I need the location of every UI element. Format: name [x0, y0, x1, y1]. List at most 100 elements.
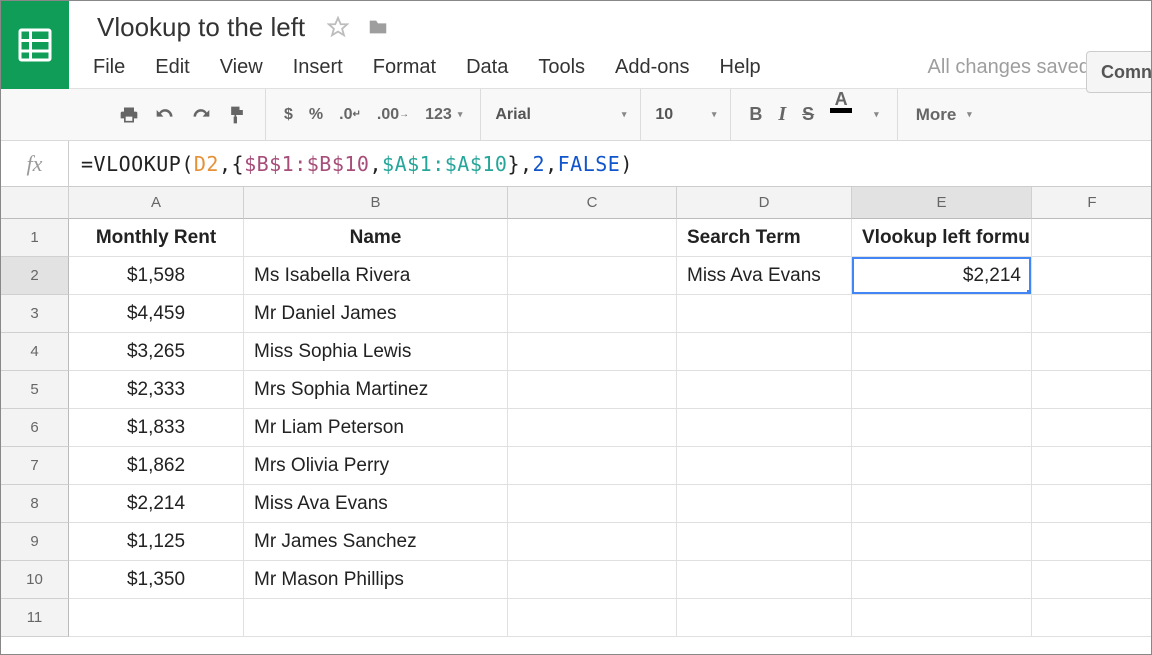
row-header-3[interactable]: 3	[1, 295, 69, 333]
cell-A5[interactable]: $2,333	[69, 371, 244, 409]
cell-C1[interactable]	[508, 219, 677, 257]
cell-D9[interactable]	[677, 523, 852, 561]
cell-E6[interactable]	[852, 409, 1032, 447]
cell-D10[interactable]	[677, 561, 852, 599]
font-size-select[interactable]: 10▾	[641, 89, 731, 140]
cell-D4[interactable]	[677, 333, 852, 371]
percent-button[interactable]: %	[301, 89, 331, 140]
cell-B1[interactable]: Name	[244, 219, 508, 257]
text-color-button[interactable]: A	[822, 89, 860, 140]
bold-button[interactable]: B	[741, 89, 770, 140]
menu-file[interactable]: File	[93, 56, 125, 79]
cell-C10[interactable]	[508, 561, 677, 599]
cell-A7[interactable]: $1,862	[69, 447, 244, 485]
paint-format-icon[interactable]	[219, 89, 255, 140]
cell-C2[interactable]	[508, 257, 677, 295]
cell-F6[interactable]	[1032, 409, 1152, 447]
font-select[interactable]: Arial▾	[481, 89, 641, 140]
cell-A11[interactable]	[69, 599, 244, 637]
cell-E8[interactable]	[852, 485, 1032, 523]
cell-C4[interactable]	[508, 333, 677, 371]
row-header-2[interactable]: 2	[1, 257, 69, 295]
cell-C9[interactable]	[508, 523, 677, 561]
cell-A4[interactable]: $3,265	[69, 333, 244, 371]
menu-insert[interactable]: Insert	[293, 56, 343, 79]
row-header-7[interactable]: 7	[1, 447, 69, 485]
cell-E10[interactable]	[852, 561, 1032, 599]
cell-F9[interactable]	[1032, 523, 1152, 561]
row-header-4[interactable]: 4	[1, 333, 69, 371]
col-header-E[interactable]: E	[852, 187, 1032, 219]
cell-D1[interactable]: Search Term	[677, 219, 852, 257]
cell-C3[interactable]	[508, 295, 677, 333]
row-header-1[interactable]: 1	[1, 219, 69, 257]
cell-D8[interactable]	[677, 485, 852, 523]
currency-button[interactable]: $	[276, 89, 301, 140]
cell-F7[interactable]	[1032, 447, 1152, 485]
cell-F2[interactable]	[1032, 257, 1152, 295]
cell-F10[interactable]	[1032, 561, 1152, 599]
cell-E9[interactable]	[852, 523, 1032, 561]
cell-C7[interactable]	[508, 447, 677, 485]
cell-F8[interactable]	[1032, 485, 1152, 523]
cell-E4[interactable]	[852, 333, 1032, 371]
cell-B10[interactable]: Mr Mason Phillips	[244, 561, 508, 599]
menu-help[interactable]: Help	[720, 56, 761, 79]
cell-B11[interactable]	[244, 599, 508, 637]
decrease-decimal-button[interactable]: .0↵	[331, 89, 369, 140]
text-color-dropdown[interactable]: ▾	[860, 89, 887, 140]
cell-A10[interactable]: $1,350	[69, 561, 244, 599]
row-header-8[interactable]: 8	[1, 485, 69, 523]
col-header-B[interactable]: B	[244, 187, 508, 219]
cell-A1[interactable]: Monthly Rent	[69, 219, 244, 257]
cell-C5[interactable]	[508, 371, 677, 409]
cell-F5[interactable]	[1032, 371, 1152, 409]
cell-E11[interactable]	[852, 599, 1032, 637]
menu-edit[interactable]: Edit	[155, 56, 189, 79]
spreadsheet-grid[interactable]: ABCDEF 1Monthly RentName Search TermVlooku…	[1, 187, 1151, 637]
cell-B2[interactable]: Ms Isabella Rivera	[244, 257, 508, 295]
cell-D5[interactable]	[677, 371, 852, 409]
cell-A2[interactable]: $1,598	[69, 257, 244, 295]
menu-addons[interactable]: Add-ons	[615, 56, 690, 79]
star-icon[interactable]	[327, 16, 349, 38]
cell-D7[interactable]	[677, 447, 852, 485]
cell-B3[interactable]: Mr Daniel James	[244, 295, 508, 333]
document-title[interactable]: Vlookup to the left	[93, 12, 309, 43]
row-header-10[interactable]: 10	[1, 561, 69, 599]
cell-F3[interactable]	[1032, 295, 1152, 333]
sheets-logo[interactable]	[1, 1, 69, 89]
cell-C8[interactable]	[508, 485, 677, 523]
row-header-6[interactable]: 6	[1, 409, 69, 447]
col-header-F[interactable]: F	[1032, 187, 1152, 219]
folder-icon[interactable]	[367, 16, 389, 38]
col-header-D[interactable]: D	[677, 187, 852, 219]
undo-icon[interactable]	[147, 89, 183, 140]
cell-B9[interactable]: Mr James Sanchez	[244, 523, 508, 561]
cell-D3[interactable]	[677, 295, 852, 333]
cell-F11[interactable]	[1032, 599, 1152, 637]
print-icon[interactable]	[111, 89, 147, 140]
row-header-9[interactable]: 9	[1, 523, 69, 561]
cell-E3[interactable]	[852, 295, 1032, 333]
cell-F1[interactable]	[1032, 219, 1152, 257]
cell-D6[interactable]	[677, 409, 852, 447]
cell-D2[interactable]: Miss Ava Evans	[677, 257, 852, 295]
strikethrough-button[interactable]: S	[794, 89, 822, 140]
cell-E2[interactable]: $2,214	[852, 257, 1032, 295]
cell-A6[interactable]: $1,833	[69, 409, 244, 447]
cell-C11[interactable]	[508, 599, 677, 637]
col-header-C[interactable]: C	[508, 187, 677, 219]
cell-A8[interactable]: $2,214	[69, 485, 244, 523]
col-header-A[interactable]: A	[69, 187, 244, 219]
formula-input[interactable]: =VLOOKUP(D2,{$B$1:$B$10,$A$1:$A$10},2,FA…	[69, 152, 633, 176]
comments-button[interactable]: Comn	[1086, 51, 1152, 93]
row-header-5[interactable]: 5	[1, 371, 69, 409]
increase-decimal-button[interactable]: .00→	[369, 89, 417, 140]
menu-tools[interactable]: Tools	[538, 56, 585, 79]
redo-icon[interactable]	[183, 89, 219, 140]
cell-E1[interactable]: Vlookup left formula	[852, 219, 1032, 257]
cell-B4[interactable]: Miss Sophia Lewis	[244, 333, 508, 371]
select-all-corner[interactable]	[1, 187, 69, 219]
menu-data[interactable]: Data	[466, 56, 508, 79]
